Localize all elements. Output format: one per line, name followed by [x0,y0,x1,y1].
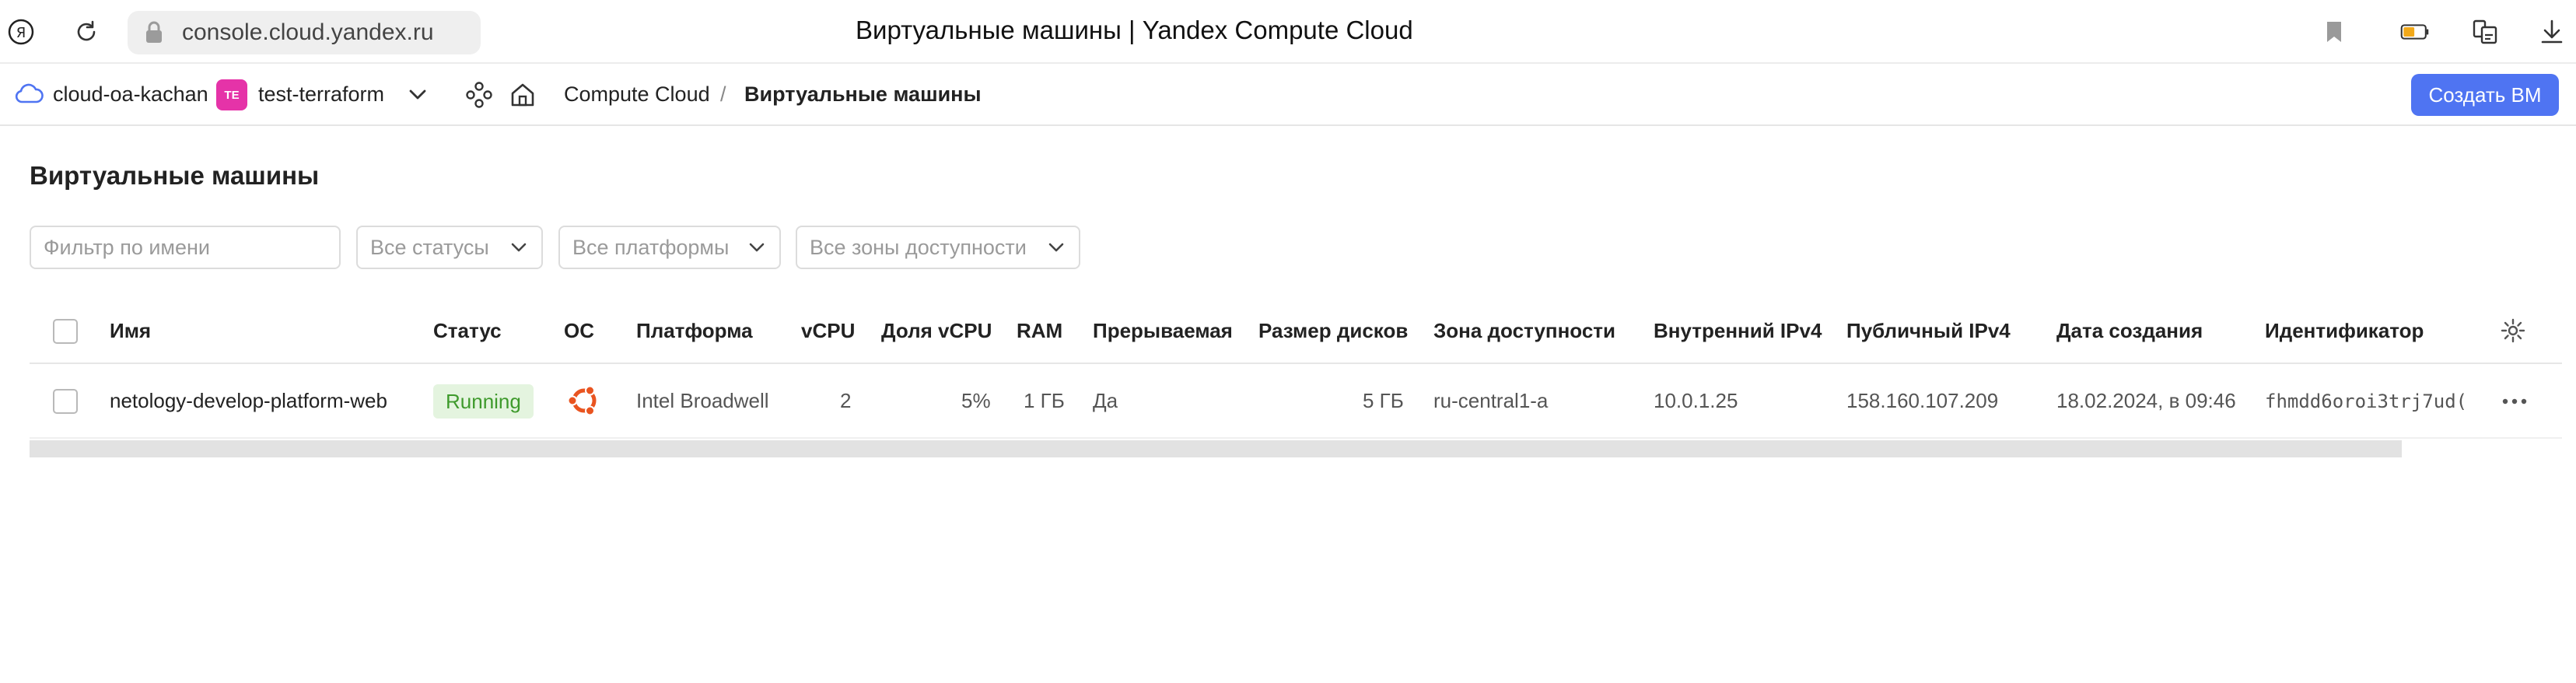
column-header-platform[interactable]: Платформа [636,319,753,343]
breadcrumb-current: Виртуальные машины [744,82,982,106]
more-actions-icon[interactable] [2501,394,2528,413]
platform-filter-select[interactable]: Все платформы [558,226,781,269]
select-all-checkbox[interactable] [53,319,78,344]
vm-zone: ru-central1-a [1433,389,1549,412]
yandex-browser-logo-icon[interactable]: Я [6,17,36,47]
browser-toolbar: Я console.cloud.yandex.ru Виртуальные ма… [0,0,2576,64]
page-title: Виртуальные машины [30,161,320,190]
vm-created: 18.02.2024, в 09:46 [2056,389,2236,412]
bookmark-icon[interactable] [2319,17,2349,47]
vm-disk-size: 5 ГБ [1363,389,1404,412]
address-bar[interactable]: console.cloud.yandex.ru [128,11,481,54]
lock-icon [143,20,165,51]
create-vm-button[interactable]: Создать ВМ [2411,74,2559,116]
download-icon[interactable] [2537,17,2567,47]
column-header-created[interactable]: Дата создания [2056,319,2203,343]
ubuntu-icon [565,381,604,424]
status-text: Running [446,389,521,413]
column-header-zone[interactable]: Зона доступности [1433,319,1615,343]
vm-id: fhmdd6oroi3trj7ud( [2265,391,2468,412]
cloud-icon [14,82,44,110]
column-header-vcpu[interactable]: vCPU [801,319,855,343]
status-filter-value: Все статусы [370,235,489,259]
services-icon[interactable] [465,81,493,113]
zone-filter-value: Все зоны доступности [810,235,1027,259]
table-row-divider [30,437,2562,439]
zone-filter-select[interactable]: Все зоны доступности [796,226,1080,269]
home-icon[interactable] [509,81,537,113]
platform-filter-value: Все платформы [572,235,730,259]
table-header-divider [30,363,2562,364]
name-filter-placeholder: Фильтр по имени [44,235,210,259]
chevron-down-icon [1046,238,1066,262]
console-header: cloud-oa-kachan TE test-terraform Comput… [0,64,2576,126]
folder-selector[interactable]: test-terraform [258,82,384,107]
vm-name[interactable]: netology-develop-platform-web [110,389,387,413]
column-header-name[interactable]: Имя [110,319,151,343]
gear-icon[interactable] [2500,317,2526,348]
vm-platform: Intel Broadwell [636,389,769,412]
column-header-disk-size[interactable]: Размер дисков [1258,319,1408,343]
status-badge: Running [433,384,534,419]
breadcrumb-compute-cloud[interactable]: Compute Cloud [564,82,710,107]
extensions-icon[interactable] [2470,17,2500,47]
chevron-down-icon [509,238,529,262]
url-text: console.cloud.yandex.ru [182,19,434,45]
column-header-internal-ip[interactable]: Внутренний IPv4 [1654,319,1822,343]
svg-text:Я: Я [16,25,26,41]
column-header-status[interactable]: Статус [433,319,502,343]
horizontal-scrollbar[interactable] [30,440,2402,457]
vm-vcpu: 2 [840,389,852,412]
column-header-vcpu-share[interactable]: Доля vCPU [881,319,992,343]
column-header-preemptible[interactable]: Прерываемая [1093,319,1233,343]
column-header-id[interactable]: Идентификатор [2265,319,2424,343]
vm-ram: 1 ГБ [1024,389,1065,412]
breadcrumb-separator: / [720,82,726,106]
row-checkbox[interactable] [53,389,78,414]
folder-avatar: TE [216,79,247,110]
reload-icon[interactable] [72,17,101,47]
cloud-selector[interactable]: cloud-oa-kachan [53,82,208,107]
column-header-ram[interactable]: RAM [1017,319,1062,343]
vm-internal-ip: 10.0.1.25 [1654,389,1738,412]
status-filter-select[interactable]: Все статусы [356,226,543,269]
column-header-os[interactable]: ОС [564,319,594,343]
name-filter-input[interactable]: Фильтр по имени [30,226,341,269]
column-header-public-ip[interactable]: Публичный IPv4 [1846,319,2011,343]
vm-preemptible: Да [1093,389,1118,412]
battery-icon[interactable] [2400,17,2430,47]
chevron-down-icon [747,238,767,262]
page-tab-title: Виртуальные машины | Yandex Compute Clou… [856,16,1413,44]
chevron-down-icon[interactable] [406,86,429,108]
vm-vcpu-share: 5% [961,389,991,412]
vm-public-ip: 158.160.107.209 [1846,389,1999,412]
